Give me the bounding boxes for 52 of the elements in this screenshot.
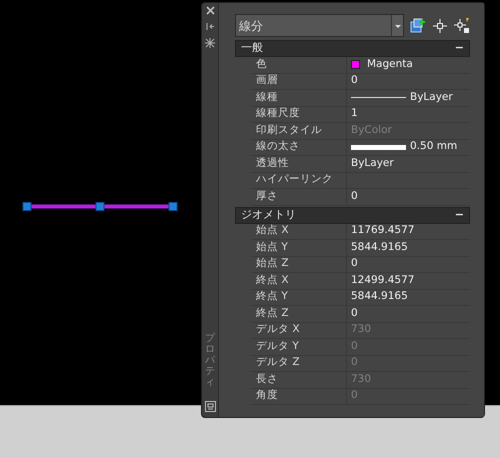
section-title: ジオメトリ — [241, 206, 296, 223]
auto-hide-icon[interactable] — [206, 22, 214, 31]
property-value[interactable]: 1 — [347, 106, 470, 122]
object-type-dropdown[interactable]: 線分 — [235, 14, 404, 37]
collapse-toggle[interactable]: − — [454, 40, 464, 57]
section-title: 一般 — [241, 40, 263, 56]
property-label: 始点 Y — [251, 240, 347, 256]
property-value[interactable]: 0 — [347, 256, 470, 272]
palette-icon[interactable] — [204, 401, 216, 412]
property-value[interactable]: Magenta — [367, 56, 413, 73]
quick-select-icon[interactable] — [410, 18, 426, 34]
property-value[interactable]: 5844.9165 — [347, 240, 470, 256]
property-label: 画層 — [251, 74, 347, 89]
property-label: ハイパーリンク — [251, 172, 347, 188]
property-label: 始点 X — [251, 224, 347, 239]
section-header[interactable]: ジオメトリ − — [235, 206, 470, 224]
collapse-toggle[interactable]: − — [454, 206, 464, 224]
property-label: 始点 Z — [251, 256, 347, 272]
linetype-preview — [351, 96, 406, 100]
property-label: 終点 Y — [251, 290, 347, 305]
property-label: 線種尺度 — [251, 106, 347, 122]
property-value[interactable]: 5844.9165 — [347, 290, 470, 305]
property-label: 色 — [251, 57, 347, 72]
property-value[interactable]: 12499.4577 — [347, 273, 470, 288]
property-label: 印刷スタイル — [251, 123, 347, 138]
property-value[interactable]: 0 — [347, 74, 470, 89]
section-header[interactable]: 一般 − — [235, 40, 470, 57]
property-value[interactable]: ByLayer — [347, 156, 470, 172]
property-label: デルタ Z — [251, 356, 347, 371]
property-label: 線の太さ — [251, 140, 347, 155]
palette-title: プロパティ — [205, 333, 215, 388]
close-icon[interactable] — [206, 6, 214, 15]
property-label: 厚さ — [251, 189, 347, 204]
property-label: デルタ Y — [251, 339, 347, 354]
settings-icon[interactable] — [205, 38, 215, 48]
property-label: 終点 X — [251, 273, 347, 288]
select-objects-icon[interactable] — [432, 18, 448, 34]
property-value[interactable]: ByLayer — [410, 90, 453, 106]
property-value[interactable]: 0 — [347, 189, 470, 204]
property-value[interactable]: 11769.4577 — [347, 224, 470, 239]
selected-line-drawing[interactable] — [22, 201, 179, 212]
property-label: 終点 Z — [251, 306, 347, 322]
property-label: 長さ — [251, 372, 347, 388]
property-label: 角度 — [251, 388, 347, 404]
caret-icon — [391, 15, 403, 36]
lineweight-preview — [351, 144, 406, 150]
property-label: 線種 — [251, 90, 347, 106]
pickadd-icon[interactable] — [454, 18, 470, 34]
property-value[interactable]: 0.50 mm — [410, 139, 458, 156]
property-label: デルタ X — [251, 322, 347, 338]
property-value[interactable]: 0 — [347, 306, 470, 322]
property-label: 透過性 — [251, 156, 347, 172]
